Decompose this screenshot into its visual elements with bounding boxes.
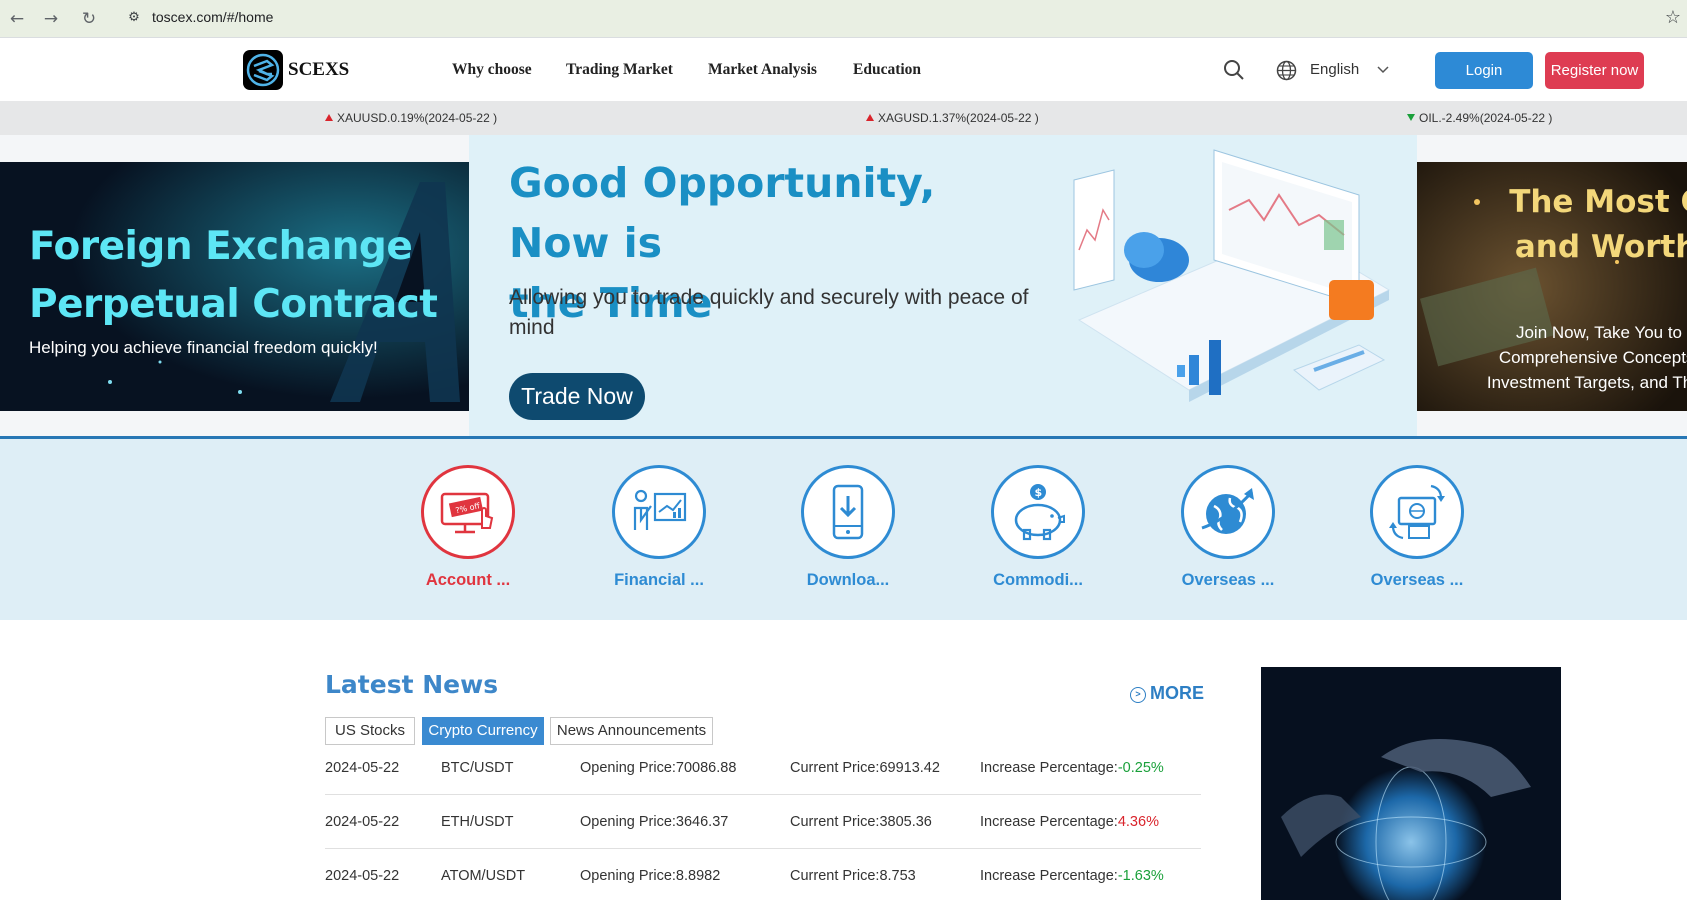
row-increase: Increase Percentage:4.36%: [980, 814, 1159, 830]
ticker-item[interactable]: XAGUSD.1.37%(2024-05-22 ): [866, 111, 1039, 125]
presentation-chart-icon: [633, 489, 687, 530]
quick-link-circle: [1181, 465, 1275, 559]
banner-title: Foreign Exchange Perpetual Contract: [29, 224, 438, 327]
globe-icon[interactable]: [1276, 60, 1297, 81]
forward-arrow-icon[interactable]: →: [40, 8, 62, 30]
quick-link-download[interactable]: Downloa...: [768, 465, 928, 590]
table-row[interactable]: 2024-05-22 ETH/USDT Opening Price:3646.3…: [325, 814, 1201, 868]
money-exchange-icon: [1389, 484, 1445, 540]
nav-trading-market[interactable]: Trading Market: [566, 61, 673, 79]
price-ticker: XAUUSD.0.19%(2024-05-22 ) XAGUSD.1.37%(2…: [0, 101, 1687, 135]
address-bar[interactable]: [112, 3, 1677, 35]
url-text[interactable]: toscex.com/#/home: [152, 9, 273, 25]
nav-education[interactable]: Education: [853, 61, 921, 79]
banner-subtitle: Join Now, Take You to Comprehensive Conc…: [1486, 323, 1687, 392]
tab-news-announcements[interactable]: News Announcements: [550, 717, 713, 745]
tab-us-stocks[interactable]: US Stocks: [325, 717, 415, 745]
chevron-right-circle-icon: >: [1130, 687, 1146, 703]
row-opening-price: Opening Price:8.8982: [580, 868, 721, 884]
quick-link-label: Commodi...: [993, 571, 1083, 589]
row-current-price: Current Price:8.753: [790, 868, 916, 884]
star-icon[interactable]: ☆: [1665, 7, 1681, 28]
back-arrow-icon[interactable]: ←: [6, 8, 28, 30]
nav-why-choose[interactable]: Why choose: [452, 61, 532, 79]
quick-link-circle: [801, 465, 895, 559]
quick-link-label: Downloa...: [806, 571, 890, 589]
reload-icon[interactable]: ↻: [78, 8, 100, 30]
table-row[interactable]: 2024-05-22 BTC/USDT Opening Price:70086.…: [325, 760, 1201, 814]
quick-link-financial[interactable]: Financial ...: [579, 465, 739, 590]
news-side-image[interactable]: [1261, 667, 1561, 900]
down-arrow-icon: [1407, 114, 1415, 121]
quick-link-overseas-2[interactable]: Overseas ...: [1337, 465, 1497, 590]
row-pair: ETH/USDT: [441, 814, 514, 830]
quick-link-label: Overseas ...: [1370, 571, 1464, 589]
search-icon[interactable]: [1223, 59, 1245, 81]
row-pair: ATOM/USDT: [441, 868, 526, 884]
site-header: SCEXS Why choose Trading Market Market A…: [0, 39, 1687, 101]
quick-link-commodity[interactable]: $ Commodi...: [958, 465, 1118, 590]
row-opening-price: Opening Price:3646.37: [580, 814, 729, 830]
banner-subtitle: Allowing you to trade quickly and secure…: [509, 286, 1029, 339]
up-arrow-icon: [325, 114, 333, 121]
browser-toolbar: ← → ↻ ⚙ toscex.com/#/home ☆: [0, 0, 1687, 38]
quick-link-circle: ?% off: [421, 465, 515, 559]
logo-text[interactable]: SCEXS: [288, 59, 349, 81]
banner-subtitle: Helping you achieve financial freedom qu…: [29, 338, 378, 357]
row-current-price: Current Price:69913.42: [790, 760, 940, 776]
discount-screen-icon: ?% off: [440, 492, 494, 534]
row-increase: Increase Percentage:-0.25%: [980, 760, 1164, 776]
globe-hands-illustration: [1261, 667, 1561, 900]
banner-title: The Most Com and Worthy C: [1509, 184, 1687, 265]
row-current-price: Current Price:3805.36: [790, 814, 932, 830]
trade-now-button[interactable]: Trade Now: [509, 373, 645, 420]
chevron-down-icon[interactable]: [1376, 63, 1390, 77]
row-divider: [325, 794, 1201, 795]
register-button[interactable]: Register now: [1545, 52, 1644, 89]
mobile-download-icon: [832, 484, 864, 540]
tab-crypto-currency[interactable]: Crypto Currency: [422, 717, 544, 745]
quick-link-circle: [612, 465, 706, 559]
row-opening-price: Opening Price:70086.88: [580, 760, 737, 776]
quick-links: ?% off Account ... Financial ... Downloa…: [0, 439, 1687, 620]
quick-link-label: Financial ...: [614, 571, 704, 589]
ticker-item[interactable]: OIL.-2.49%(2024-05-22 ): [1407, 111, 1552, 125]
tune-icon[interactable]: ⚙: [124, 8, 144, 28]
laptop-trading-illustration: [1073, 149, 1391, 402]
news-section-title: Latest News: [325, 670, 499, 699]
row-date: 2024-05-22: [325, 814, 400, 830]
row-date: 2024-05-22: [325, 760, 400, 776]
ticker-item[interactable]: XAUUSD.0.19%(2024-05-22 ): [325, 111, 497, 125]
banner-slide-right[interactable]: The Most Com and Worthy C Join Now, Take…: [1417, 162, 1687, 411]
quick-link-label: Account ...: [425, 571, 511, 589]
quick-link-overseas-1[interactable]: Overseas ...: [1148, 465, 1308, 590]
row-divider: [325, 848, 1201, 849]
quick-link-circle: $: [991, 465, 1085, 559]
table-row[interactable]: 2024-05-22 ATOM/USDT Opening Price:8.898…: [325, 868, 1201, 922]
globe-arrow-icon: [1201, 488, 1254, 534]
banner-slide-left[interactable]: Foreign Exchange Perpetual Contract Help…: [0, 162, 469, 411]
piggy-bank-icon: $: [1014, 484, 1065, 541]
svg-text:$: $: [1035, 486, 1043, 499]
row-pair: BTC/USDT: [441, 760, 514, 776]
more-link[interactable]: > MORE: [1130, 683, 1204, 704]
quick-link-circle: [1370, 465, 1464, 559]
up-arrow-icon: [866, 114, 874, 121]
banner-slide-center[interactable]: Good Opportunity, Now is the Time Allowi…: [469, 135, 1417, 437]
login-button[interactable]: Login: [1435, 52, 1533, 89]
row-date: 2024-05-22: [325, 868, 400, 884]
logo-icon[interactable]: [243, 50, 283, 90]
row-increase: Increase Percentage:-1.63%: [980, 868, 1164, 884]
quick-link-account[interactable]: ?% off Account ...: [388, 465, 548, 590]
language-select[interactable]: English: [1310, 61, 1359, 78]
quick-link-label: Overseas ...: [1181, 571, 1275, 589]
nav-market-analysis[interactable]: Market Analysis: [708, 61, 817, 79]
